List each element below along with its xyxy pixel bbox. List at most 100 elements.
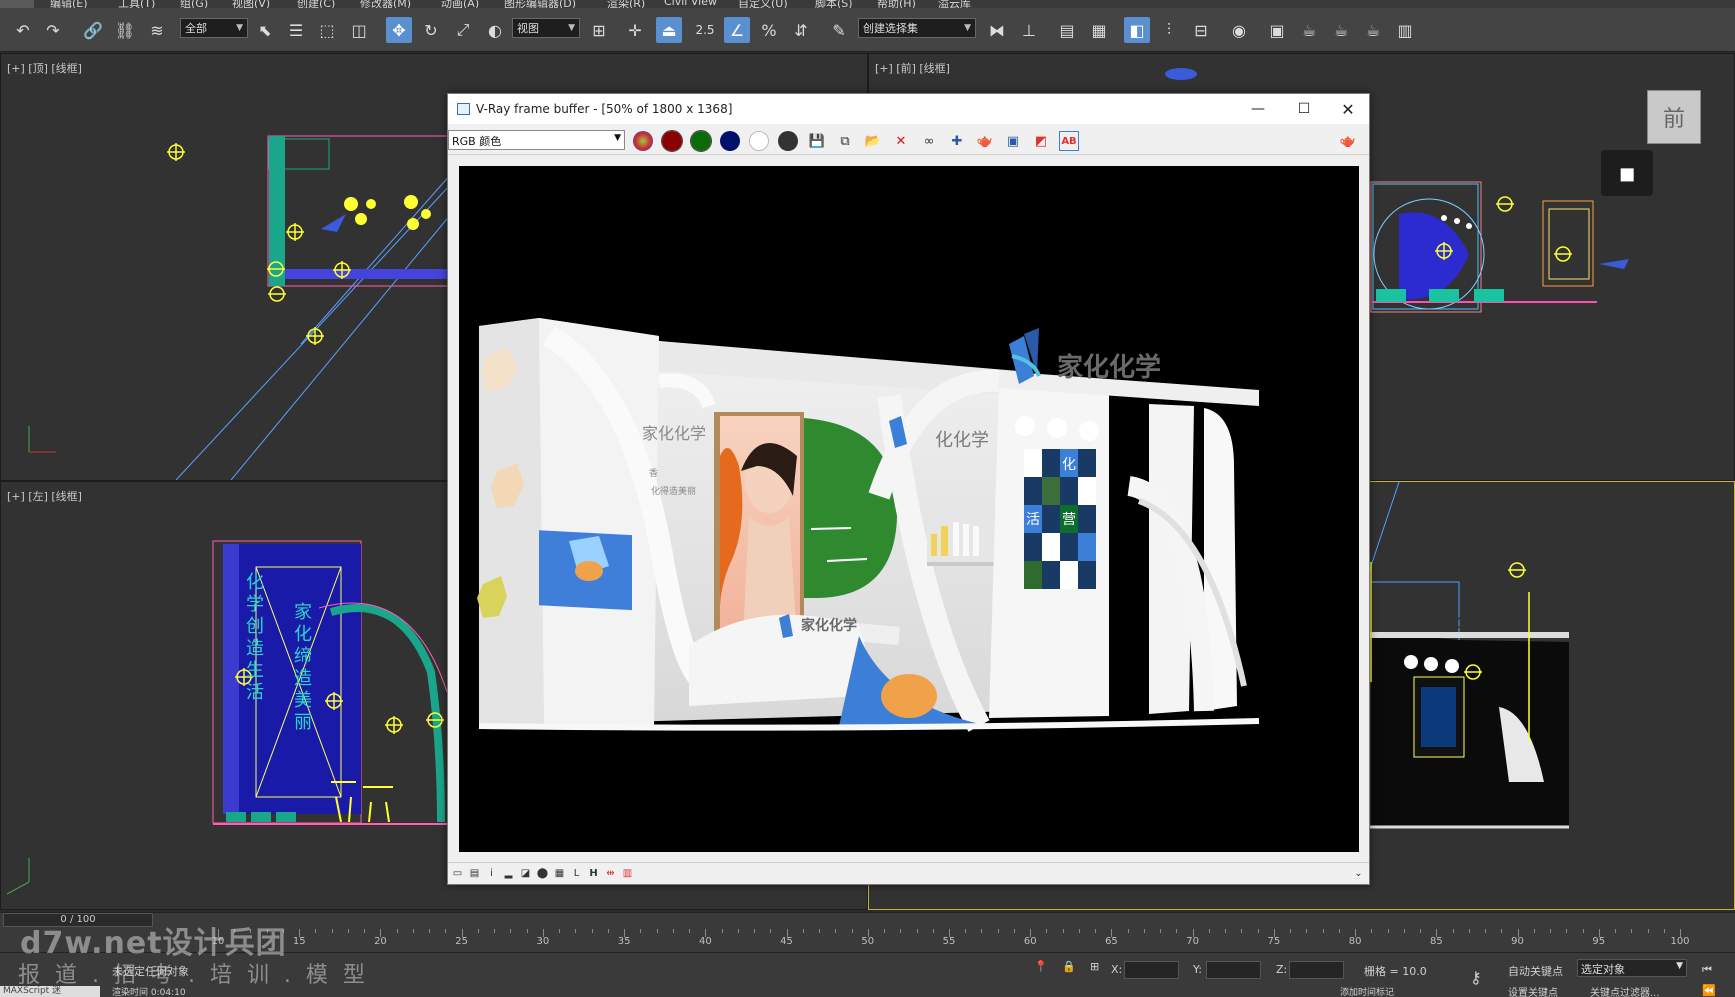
alpha-channel-icon[interactable]: [749, 131, 769, 151]
curve-icon[interactable]: ◪: [519, 867, 532, 880]
menu-item-rendering[interactable]: 渲染(R): [607, 0, 645, 8]
menu-item-scripting[interactable]: 脚本(S): [815, 0, 853, 8]
menu-item-customize[interactable]: 自定义(U): [738, 0, 788, 8]
red-channel-icon[interactable]: [661, 130, 683, 152]
schematic-view-icon[interactable]: ⫶: [1156, 17, 1182, 43]
auto-key-button[interactable]: 自动关键点: [1508, 963, 1563, 979]
select-manipulate-icon[interactable]: ✛: [622, 17, 648, 43]
bind-space-warp-icon[interactable]: ≋: [144, 17, 170, 43]
spinner-snap-icon[interactable]: ⇵: [788, 17, 814, 43]
exposure-icon[interactable]: ⬤: [536, 867, 549, 880]
menu-item-group[interactable]: 组(G): [180, 0, 208, 8]
render-region-icon[interactable]: 🫖: [975, 131, 995, 151]
edit-named-selection-icon[interactable]: ✎: [826, 17, 852, 43]
select-object-icon[interactable]: ⬉: [252, 17, 278, 43]
show-corrections-icon[interactable]: ▭: [451, 867, 464, 880]
maximize-button[interactable]: ☐: [1281, 94, 1327, 124]
white-balance-icon[interactable]: ▦: [553, 867, 566, 880]
menu-item-edit[interactable]: 编辑(E): [50, 0, 88, 8]
info-icon[interactable]: i: [485, 867, 498, 880]
x-coord-field[interactable]: [1124, 961, 1179, 979]
move-icon[interactable]: ✥: [386, 17, 412, 43]
save-all-channels-icon[interactable]: ⧉: [835, 131, 855, 151]
stereo-icon[interactable]: ⇹: [604, 867, 617, 880]
selection-filter-select[interactable]: 全部 ▼: [180, 18, 248, 38]
menu-item-graph-editors[interactable]: 图形编辑器(D): [504, 0, 576, 8]
align-icon[interactable]: ⊥: [1016, 17, 1042, 43]
levels-icon[interactable]: ▂: [502, 867, 515, 880]
render-iterative-icon[interactable]: ☕: [1328, 17, 1354, 43]
absolute-mode-icon[interactable]: ⊞: [1090, 960, 1099, 973]
viewcube[interactable]: 前: [1647, 90, 1701, 144]
y-coord-field[interactable]: [1206, 961, 1261, 979]
material-editor-icon[interactable]: ⊟: [1188, 17, 1214, 43]
rotate-icon[interactable]: ↻: [418, 17, 444, 43]
menu-item-help[interactable]: 帮助(H): [877, 0, 916, 8]
vfb-render-canvas[interactable]: 家化化学 家化化学 香 化得造美丽 化化学 家化化学 创 化 活 营 美: [459, 166, 1359, 852]
steering-wheel-icon[interactable]: ◼: [1601, 150, 1653, 196]
duplicate-to-max-fb-icon[interactable]: ∞: [919, 131, 939, 151]
pivot-center-icon[interactable]: ⊞: [586, 17, 612, 43]
reference-coord-select[interactable]: 视图 ▼: [512, 18, 580, 38]
render-setup-icon[interactable]: ◉: [1226, 17, 1252, 43]
menu-item-tools[interactable]: 工具(T): [118, 0, 155, 8]
render-teapot-icon[interactable]: 🫖: [1338, 131, 1358, 151]
window-crossing-icon[interactable]: ◫: [346, 17, 372, 43]
link-icon[interactable]: 🔗: [80, 17, 106, 43]
placement-icon[interactable]: ◐: [482, 17, 508, 43]
load-image-icon[interactable]: 📂: [863, 131, 883, 151]
render-cloud-icon[interactable]: ▥: [1392, 17, 1418, 43]
angle-snap-icon[interactable]: ∠: [724, 17, 750, 43]
render-activeshade-icon[interactable]: ☕: [1360, 17, 1386, 43]
layer-explorer-icon[interactable]: ▤: [1054, 17, 1080, 43]
vfb-titlebar[interactable]: V-Ray frame buffer - [50% of 1800 x 1368…: [448, 94, 1369, 124]
green-channel-icon[interactable]: [690, 130, 712, 152]
isolate-selection-icon[interactable]: 📍: [1034, 960, 1048, 973]
keyboard-shortcut-icon[interactable]: ⏏: [656, 17, 682, 43]
clear-image-icon[interactable]: ✕: [891, 131, 911, 151]
curve-editor-icon[interactable]: ◧: [1124, 17, 1150, 43]
rendered-frame-window-icon[interactable]: ▣: [1264, 17, 1290, 43]
menu-item-plugin[interactable]: 溢云库: [938, 0, 971, 8]
goto-start-icon[interactable]: ⏮: [1702, 963, 1712, 977]
menu-item-modifiers[interactable]: 修改器(M): [360, 0, 411, 8]
lut-icon[interactable]: L: [570, 867, 583, 880]
scale-icon[interactable]: ⤢: [450, 17, 476, 43]
app-logo[interactable]: [0, 0, 34, 8]
lens-effects-icon[interactable]: ▥: [621, 867, 634, 880]
menu-item-create[interactable]: 创建(C): [297, 0, 335, 8]
minimize-button[interactable]: —: [1235, 94, 1281, 124]
expand-icon[interactable]: ⌄: [1352, 867, 1365, 880]
menu-item-views[interactable]: 视图(V): [232, 0, 270, 8]
pixel-info-icon[interactable]: ▤: [468, 867, 481, 880]
key-icon[interactable]: ⚷: [1470, 968, 1482, 987]
menu-item-animation[interactable]: 动画(A): [441, 0, 479, 8]
percent-snap-icon[interactable]: %: [756, 17, 782, 43]
snap-toggle-icon[interactable]: 2.5: [692, 17, 718, 43]
set-key-button[interactable]: 设置关键点: [1508, 984, 1558, 997]
unlink-icon[interactable]: ⛓: [112, 17, 138, 43]
toggle-ribbon-icon[interactable]: ▦: [1086, 17, 1112, 43]
z-coord-field[interactable]: [1289, 961, 1344, 979]
close-button[interactable]: ✕: [1325, 94, 1371, 124]
channel-select[interactable]: RGB 颜色 ▼: [448, 130, 625, 150]
menu-item-civil-view[interactable]: Civil View: [664, 0, 717, 8]
vray-frame-buffer-window[interactable]: V-Ray frame buffer - [50% of 1800 x 1368…: [447, 93, 1370, 885]
blue-channel-icon[interactable]: [720, 131, 740, 151]
named-selection-set-select[interactable]: 创建选择集 ▼: [858, 18, 976, 38]
undo-icon[interactable]: ↶: [10, 17, 36, 43]
select-by-name-icon[interactable]: ☰: [283, 17, 309, 43]
save-image-icon[interactable]: 💾: [807, 131, 827, 151]
link-to-vp-icon[interactable]: ▣: [1003, 131, 1023, 151]
track-mouse-icon[interactable]: ✚: [947, 131, 967, 151]
redo-icon[interactable]: ↷: [40, 17, 66, 43]
maxscript-listener[interactable]: MAXScript 迷: [0, 986, 100, 997]
key-filters-button[interactable]: 关键点过滤器...: [1590, 984, 1660, 997]
rgb-channel-icon[interactable]: [633, 131, 653, 151]
prev-frame-icon[interactable]: ⏪: [1702, 984, 1716, 997]
compare-ab-icon[interactable]: ◩: [1031, 131, 1051, 151]
mono-channel-icon[interactable]: [778, 131, 798, 151]
rect-selection-icon[interactable]: ⬚: [314, 17, 340, 43]
lock-selection-icon[interactable]: 🔒: [1062, 960, 1076, 973]
render-production-icon[interactable]: ☕: [1296, 17, 1322, 43]
